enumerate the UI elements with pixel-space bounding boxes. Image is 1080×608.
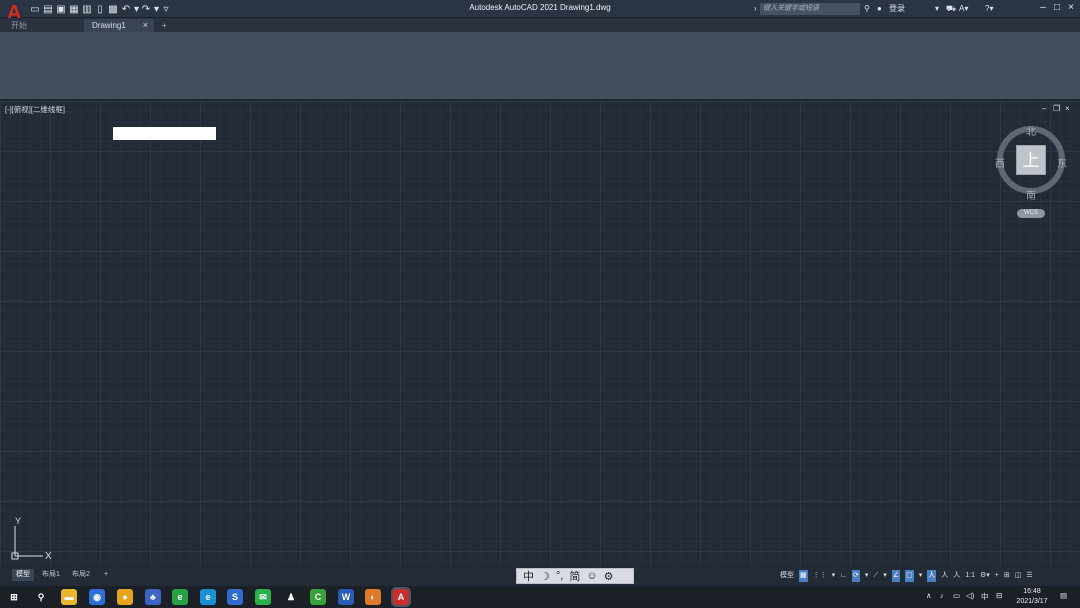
login-dropdown-icon[interactable]: ▾ — [935, 3, 939, 15]
compass-east[interactable]: 东 — [1057, 155, 1067, 170]
search-input[interactable]: 键入关键字或短语 — [760, 3, 860, 15]
start-icon[interactable]: ⊞ — [6, 589, 22, 605]
compass-north[interactable]: 北 — [1026, 123, 1036, 138]
object-snap-tracking-icon[interactable]: ∠ — [891, 570, 901, 582]
file-tab-strip: 开始 Drawing1 × + — [0, 18, 1080, 32]
ortho-icon[interactable]: ∟ — [840, 570, 847, 582]
tab-start[interactable]: 开始 — [3, 19, 83, 32]
tab-drawing1[interactable]: Drawing1 × — [84, 19, 154, 32]
word-icon[interactable]: W — [338, 589, 354, 605]
volume-icon[interactable]: ◁) — [966, 591, 974, 600]
notification-icon[interactable]: ▤ — [1060, 591, 1067, 600]
tab-layout1[interactable]: 布局1 — [38, 569, 64, 581]
status-bar: 模型 ▦ ⋮⋮ ▾ ∟ ⟳ ▾ ⟋ ▾ ∠ ▢ ▾ ⼈ ⼈ ⼈ 1:1 ⚙▾ +… — [780, 568, 1080, 584]
annotation-autoscale-icon[interactable]: ⼈ — [941, 570, 948, 582]
keyboard-icon[interactable]: ⊟ — [996, 591, 1002, 600]
viewport-controls-label[interactable]: [-][俯视][二维线框] — [5, 104, 65, 115]
ime-language-indicator[interactable]: 中 — [981, 591, 989, 602]
clock-time: 16:48 — [1023, 588, 1041, 595]
windows-taskbar: ∧ ♪ ▭ ◁) 中 ⊟ 16:48 2021/3/17 ▤ ⊞ ⚲ ▬ ◉ ● ♣ e e S… — [0, 586, 1080, 608]
units-icon[interactable]: ⊞ — [1004, 570, 1010, 582]
edge-icon[interactable]: e — [200, 589, 216, 605]
close-window-icon[interactable]: × — [1065, 2, 1077, 14]
drawing-rectangle[interactable] — [113, 127, 216, 140]
maximize-window-icon[interactable]: □ — [1051, 2, 1063, 14]
ime-chinese-mode[interactable]: 中 — [523, 568, 534, 584]
microphone-icon[interactable]: ♪ — [940, 591, 944, 600]
ime-punctuation-icon[interactable]: °, — [556, 570, 563, 582]
isodraft-icon[interactable]: ⟋ — [873, 570, 878, 582]
annotation-scale-icon[interactable]: ⼈ — [953, 570, 960, 582]
annotation-visibility-icon[interactable]: ⼈ — [927, 570, 937, 582]
add-layout-button[interactable]: + — [100, 569, 112, 581]
user-icon[interactable]: ● — [877, 3, 882, 15]
app4-icon[interactable]: S — [227, 589, 243, 605]
viewport-close-icon[interactable]: × — [1065, 104, 1070, 113]
network-icon[interactable]: ▭ — [953, 591, 960, 600]
ucs-x-label: X — [45, 551, 52, 561]
isodraft-dropdown-icon[interactable]: ▾ — [883, 570, 887, 582]
minimize-window-icon[interactable]: – — [1037, 2, 1049, 14]
viewcube-top-face[interactable]: 上 — [1016, 145, 1046, 175]
window-title: Autodesk AutoCAD 2021 Drawing1.dwg — [469, 3, 611, 12]
clock-date: 2021/3/17 — [1016, 598, 1048, 605]
help-icon[interactable]: ?▾ — [985, 3, 993, 15]
snap-dropdown-icon[interactable]: ▾ — [832, 570, 836, 582]
viewcube[interactable]: 上 北 南 东 西 WCS — [995, 121, 1067, 223]
camtasia-icon[interactable]: C — [310, 589, 326, 605]
customization-menu-icon[interactable]: ☰ — [1026, 570, 1032, 582]
ribbon-panel — [0, 32, 1080, 100]
search-icon[interactable]: ⚲ — [864, 3, 870, 15]
tab-layout2[interactable]: 布局2 — [68, 569, 94, 581]
ime-settings-icon[interactable]: ⚙ — [604, 570, 614, 583]
viewport-minimize-icon[interactable]: – — [1042, 104, 1046, 113]
wechat-icon[interactable]: ✉ — [255, 589, 271, 605]
ime-simplified-mode[interactable]: 简 — [569, 568, 580, 584]
tab-drawing1-label: Drawing1 — [92, 21, 126, 30]
compass-south[interactable]: 南 — [1026, 187, 1036, 202]
expand-search-icon[interactable]: › — [754, 3, 757, 15]
autocad-icon[interactable]: A — [391, 587, 411, 607]
isolate-objects-icon[interactable]: ◫ — [1015, 570, 1022, 582]
chrome-icon[interactable]: ● — [117, 589, 133, 605]
wcs-menu-button[interactable]: WCS — [1017, 209, 1045, 218]
compass-west[interactable]: 西 — [995, 155, 1005, 170]
workspace-gear-icon[interactable]: ⚙▾ — [980, 570, 990, 582]
autodesk-app-icon[interactable]: A▾ — [959, 3, 968, 15]
title-bar: A ▭ ▤ ▣ ▦ ▥ ▯ ▩ ↶ ▾ ↷ ▾ ▿ Autodesk AutoC… — [0, 0, 1080, 24]
search-icon[interactable]: ⚲ — [33, 589, 49, 605]
snap-icon[interactable]: ⋮⋮ — [813, 570, 827, 582]
object-snap-dropdown-icon[interactable]: ▾ — [919, 570, 923, 582]
drawing-viewport[interactable]: [-][俯视][二维线框] – ❐ × 上 北 南 东 西 WCS Y X — [0, 101, 1080, 566]
ime-toolbar: 中 ☽ °, 简 ☺ ⚙ — [516, 568, 634, 584]
firefox-icon[interactable]: ◐ — [365, 589, 381, 605]
tab-close-icon[interactable]: × — [143, 19, 148, 32]
object-snap-icon[interactable]: ▢ — [905, 570, 914, 582]
system-clock[interactable]: 16:48 2021/3/17 — [1012, 587, 1052, 607]
cart-icon[interactable]: ⛟ — [946, 3, 956, 15]
app3-icon[interactable]: e — [172, 589, 188, 605]
new-tab-button[interactable]: + — [160, 19, 174, 32]
app2-icon[interactable]: ♣ — [145, 589, 161, 605]
model-space-toggle[interactable]: 模型 — [780, 570, 794, 582]
tray-overflow-icon[interactable]: ∧ — [926, 591, 932, 600]
file-explorer-icon[interactable]: ▬ — [61, 589, 77, 605]
login-label[interactable]: 登录 — [889, 3, 905, 15]
ucs-icon: Y X — [11, 516, 52, 561]
annotation-monitor-icon[interactable]: + — [995, 570, 999, 582]
app1-icon[interactable]: ◉ — [89, 589, 105, 605]
polar-tracking-icon[interactable]: ⟳ — [852, 570, 860, 582]
qq-icon[interactable]: ♟ — [283, 589, 299, 605]
grid-icon[interactable]: ▦ — [799, 570, 808, 582]
ime-emoji-icon[interactable]: ☺ — [586, 570, 597, 582]
ime-halfwidth-icon[interactable]: ☽ — [540, 570, 550, 583]
annotation-scale-value[interactable]: 1:1 — [965, 570, 975, 582]
polar-dropdown-icon[interactable]: ▾ — [865, 570, 869, 582]
tab-model[interactable]: 模型 — [12, 569, 34, 581]
viewport-restore-icon[interactable]: ❐ — [1053, 104, 1060, 113]
ucs-y-label: Y — [15, 516, 21, 526]
